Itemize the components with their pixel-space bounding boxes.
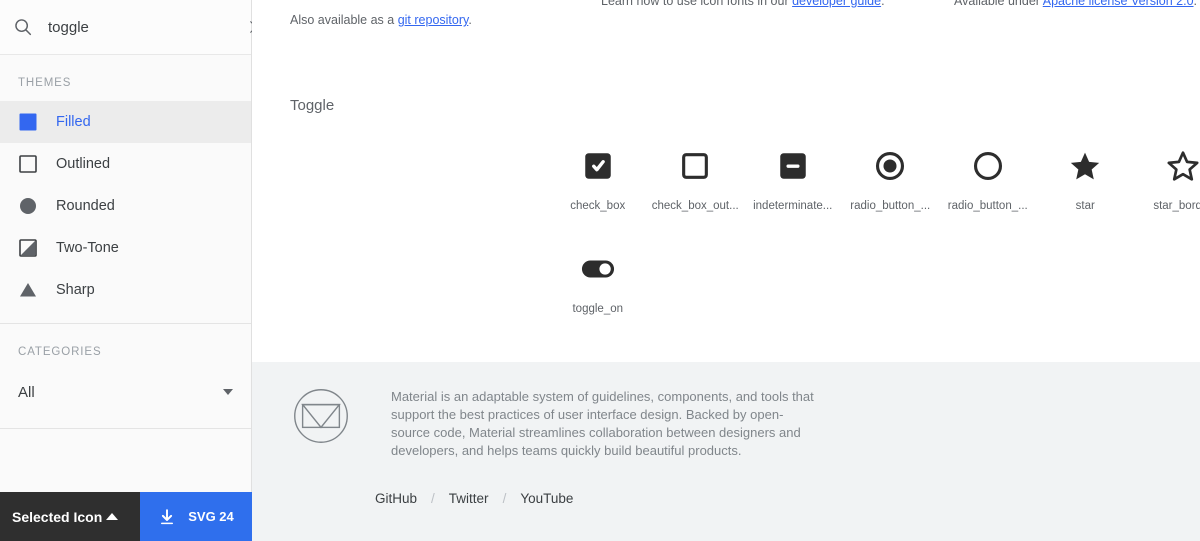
license-note: Available under Apache license Version 2…: [954, 0, 1197, 8]
footer: Material is an adaptable system of guide…: [252, 362, 1200, 541]
outlined-square-icon: [19, 155, 37, 173]
filled-triangle-icon: [20, 283, 36, 297]
icon-fonts-note-suffix: .: [881, 0, 885, 8]
license-note-suffix: .: [1193, 0, 1198, 8]
sidebar-item-sharp[interactable]: Sharp: [0, 269, 251, 311]
filled-circle-icon: [20, 198, 36, 214]
footer-separator: /: [431, 491, 435, 506]
icon-cell-radio-button-unchecked[interactable]: radio_button_...: [939, 125, 1037, 228]
selected-icon-button[interactable]: Selected Icon: [0, 492, 140, 541]
category-select[interactable]: All: [0, 370, 251, 414]
filled-square-icon: [19, 113, 37, 131]
sidebar-item-label: Two-Tone: [56, 240, 119, 256]
icon-name: check_box: [570, 200, 626, 212]
git-note-suffix: .: [468, 13, 472, 27]
sidebar-item-rounded[interactable]: Rounded: [0, 185, 251, 227]
category-title: Toggle: [290, 97, 335, 114]
search-input[interactable]: [48, 18, 247, 36]
footer-description: Material is an adaptable system of guide…: [391, 389, 814, 458]
bottom-action-bar: Selected Icon SVG 24: [0, 492, 252, 541]
icon-name: indeterminate...: [753, 200, 833, 212]
top-notes: Learn how to use icon fonts in our devel…: [252, 0, 1200, 58]
sidebar-divider-categories: [0, 428, 251, 429]
icon-cell-toggle-on[interactable]: toggle_on: [549, 228, 647, 331]
sidebar-item-label: Outlined: [56, 156, 111, 172]
material-design-logo: [294, 389, 348, 443]
icon-name: star: [1075, 200, 1095, 212]
sidebar-item-outlined[interactable]: Outlined: [0, 143, 251, 185]
developer-guide-link[interactable]: developer guide: [792, 0, 881, 8]
footer-link-youtube[interactable]: YouTube: [520, 491, 573, 506]
material-icons-app: THEMES Filled Outlined Rounded: [0, 0, 1200, 541]
icon-name: star_border: [1153, 200, 1200, 212]
icon-fonts-note: Learn how to use icon fonts in our devel…: [601, 0, 885, 8]
sidebar-item-two-tone[interactable]: Two-Tone: [0, 227, 251, 269]
two-tone-square-icon: [19, 239, 37, 257]
git-repository-note: Also available as a git repository.: [290, 13, 472, 27]
radio-button-checked-icon: [872, 148, 908, 184]
icon-grid-row: toggle_on: [549, 228, 1200, 331]
search-bar[interactable]: [0, 0, 262, 55]
sidebar-item-label: Filled: [56, 114, 91, 130]
footer-about: Material is an adaptable system of guide…: [252, 362, 1200, 460]
chevron-up-icon: [106, 513, 118, 520]
icon-cell-star[interactable]: star: [1037, 125, 1135, 228]
icon-cell-radio-button-checked[interactable]: radio_button_...: [842, 125, 940, 228]
main-content: Learn how to use icon fonts in our devel…: [252, 0, 1200, 541]
check-box-icon: [580, 148, 616, 184]
sidebar: THEMES Filled Outlined Rounded: [0, 0, 262, 541]
category-selected-value: All: [18, 383, 35, 401]
radio-button-unchecked-icon: [970, 148, 1006, 184]
star-icon: [1067, 148, 1103, 184]
icon-cell-check-box[interactable]: check_box: [549, 125, 647, 228]
footer-link-twitter[interactable]: Twitter: [449, 491, 489, 506]
categories-header: CATEGORIES: [18, 346, 102, 358]
download-svg-label: SVG 24: [188, 509, 234, 524]
icon-name: check_box_out...: [651, 200, 739, 212]
chevron-down-icon: [223, 389, 233, 395]
icon-name: radio_button_...: [947, 200, 1028, 212]
star-border-icon: [1165, 148, 1200, 184]
indeterminate-check-box-icon: [775, 148, 811, 184]
icon-name: radio_button_...: [850, 200, 931, 212]
footer-separator: /: [502, 491, 507, 506]
icon-fonts-note-prefix: Learn how to use icon fonts in our: [601, 0, 793, 8]
git-note-prefix: Also available as a: [290, 13, 398, 27]
git-repository-link[interactable]: git repository: [398, 13, 469, 27]
download-icon: [161, 508, 174, 524]
icon-cell-check-box-outline-blank[interactable]: check_box_out...: [647, 125, 745, 228]
sidebar-item-label: Sharp: [56, 282, 95, 298]
toggle-on-icon: [580, 251, 616, 287]
footer-links: GitHub / Twitter / YouTube: [252, 491, 1200, 506]
icon-grid-row: check_box check_box_out... indeterminate…: [549, 125, 1200, 228]
download-svg-button[interactable]: SVG 24: [140, 492, 252, 541]
apache-license-link[interactable]: Apache license Version 2.0: [1043, 0, 1194, 8]
selected-icon-label: Selected Icon: [12, 508, 103, 525]
footer-link-github[interactable]: GitHub: [375, 491, 417, 506]
icon-cell-star-border[interactable]: star_border: [1134, 125, 1200, 228]
themes-list: Filled Outlined Rounded Two-Tone Sharp: [0, 101, 251, 323]
themes-header: THEMES: [18, 77, 72, 89]
check-box-outline-icon: [677, 148, 713, 184]
icon-cell-indeterminate-check-box[interactable]: indeterminate...: [744, 125, 842, 228]
sidebar-item-filled[interactable]: Filled: [0, 101, 251, 143]
icon-name: toggle_on: [572, 303, 624, 315]
license-note-prefix: Available under: [954, 0, 1043, 8]
icon-grid: check_box check_box_out... indeterminate…: [549, 125, 1200, 331]
search-icon: [15, 19, 32, 36]
sidebar-item-label: Rounded: [56, 198, 115, 214]
